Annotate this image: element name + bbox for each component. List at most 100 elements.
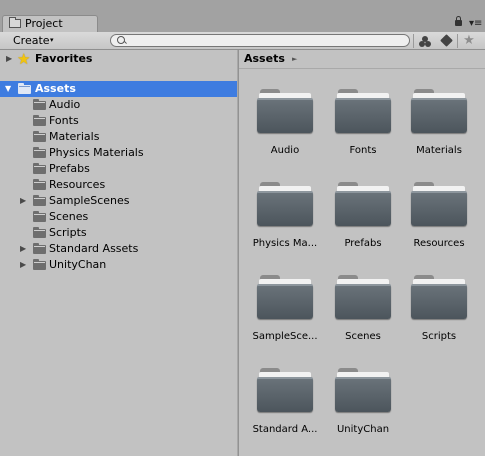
grid-item-label: SampleSce... — [252, 331, 318, 342]
grid-folder-prefabs[interactable]: Prefabs — [328, 180, 398, 260]
search-input[interactable] — [127, 35, 397, 46]
create-button[interactable]: Create ▾ — [6, 33, 58, 48]
star-icon: ★ — [17, 50, 31, 68]
search-field[interactable] — [110, 34, 410, 47]
grid-item-label: Materials — [416, 145, 462, 156]
window-title-bar: Project ▾≡ — [0, 0, 485, 32]
tree-item-audio[interactable]: Audio — [0, 97, 237, 113]
folder-icon — [33, 211, 46, 222]
breadcrumb-arrow-icon: ► — [292, 55, 298, 63]
folder-icon — [33, 227, 46, 238]
grid-item-label: Scripts — [421, 331, 457, 342]
folder-icon — [33, 131, 46, 142]
save-search-star-icon[interactable]: ★ — [460, 33, 478, 49]
project-folder-icon — [9, 17, 21, 28]
folder-icon — [335, 366, 391, 414]
tree-item-label: Audio — [49, 98, 81, 111]
panel-splitter[interactable] — [237, 50, 239, 456]
folder-icon — [411, 87, 467, 135]
tree-item-scenes[interactable]: Scenes — [0, 209, 237, 225]
grid-item-label: Scenes — [345, 331, 381, 342]
tree-item-label: Scripts — [49, 226, 87, 239]
toolbar-separator — [457, 34, 458, 48]
folder-icon — [18, 83, 31, 94]
folder-icon — [33, 195, 46, 206]
expanded-arrow-icon[interactable]: ▼ — [5, 81, 11, 97]
tree-item-label: UnityChan — [49, 258, 107, 271]
grid-item-label: Resources — [413, 238, 465, 249]
breadcrumb-divider — [239, 68, 485, 69]
folder-icon — [33, 163, 46, 174]
folder-icon — [33, 179, 46, 190]
grid-folder-standard-assets[interactable]: Standard A... — [250, 366, 320, 446]
folder-icon — [335, 273, 391, 321]
tree-item-samplescenes[interactable]: ▶ SampleScenes — [0, 193, 237, 209]
grid-folder-physics-materials[interactable]: Physics Ma... — [250, 180, 320, 260]
grid-folder-scripts[interactable]: Scripts — [404, 273, 474, 353]
folder-icon — [257, 366, 313, 414]
toolbar-separator — [413, 34, 414, 48]
folder-icon — [335, 87, 391, 135]
tree-item-fonts[interactable]: Fonts — [0, 113, 237, 129]
tree-item-resources[interactable]: Resources — [0, 177, 237, 193]
grid-folder-resources[interactable]: Resources — [404, 180, 474, 260]
grid-folder-audio[interactable]: Audio — [250, 87, 320, 167]
tree-item-unitychan[interactable]: ▶ UnityChan — [0, 257, 237, 273]
assets-root-row[interactable]: ▼ Assets — [0, 81, 237, 97]
window-menu-icon[interactable]: ▾≡ — [469, 18, 483, 30]
search-by-label-icon[interactable] — [438, 33, 456, 49]
tree-item-materials[interactable]: Materials — [0, 129, 237, 145]
search-by-type-icon[interactable] — [416, 33, 434, 49]
folder-icon — [411, 180, 467, 228]
tree-item-label: Prefabs — [49, 162, 90, 175]
search-icon — [117, 36, 125, 44]
collapsed-arrow-icon[interactable]: ▶ — [20, 193, 26, 209]
folder-icon — [257, 180, 313, 228]
folder-icon — [33, 243, 46, 254]
collapsed-arrow-icon[interactable]: ▶ — [20, 257, 26, 273]
assets-label: Assets — [35, 82, 76, 95]
tree-item-label: Standard Assets — [49, 242, 139, 255]
folder-icon — [33, 99, 46, 110]
grid-folder-samplescenes[interactable]: SampleSce... — [250, 273, 320, 353]
folder-icon — [257, 87, 313, 135]
grid-folder-scenes[interactable]: Scenes — [328, 273, 398, 353]
grid-item-label: Audio — [270, 145, 300, 156]
breadcrumb[interactable]: Assets — [244, 51, 285, 67]
grid-folder-materials[interactable]: Materials — [404, 87, 474, 167]
favorites-label: Favorites — [35, 52, 93, 65]
folder-icon — [257, 273, 313, 321]
favorites-row[interactable]: ▶ ★ Favorites — [0, 50, 237, 68]
project-toolbar: Create ▾ ★ — [0, 32, 485, 50]
folder-icon — [33, 147, 46, 158]
collapsed-arrow-icon[interactable]: ▶ — [20, 241, 26, 257]
tree-item-standard-assets[interactable]: ▶ Standard Assets — [0, 241, 237, 257]
grid-item-label: UnityChan — [336, 424, 390, 435]
dropdown-arrow-icon: ▾ — [50, 36, 54, 44]
collapsed-arrow-icon[interactable]: ▶ — [6, 50, 12, 68]
folder-tree: ▶ ★ Favorites ▼ Assets Audio Fonts Mater… — [0, 50, 237, 456]
create-label: Create — [13, 34, 50, 47]
grid-item-label: Prefabs — [344, 238, 382, 249]
grid-item-label: Fonts — [349, 145, 377, 156]
tree-item-label: Fonts — [49, 114, 79, 127]
folder-icon — [335, 180, 391, 228]
tree-item-label: Scenes — [49, 210, 89, 223]
tree-item-label: SampleScenes — [49, 194, 130, 207]
folder-icon — [33, 259, 46, 270]
folder-icon — [33, 115, 46, 126]
tree-item-label: Physics Materials — [49, 146, 144, 159]
project-tab[interactable]: Project — [2, 15, 98, 32]
grid-item-label: Physics Ma... — [252, 238, 318, 249]
grid-item-label: Standard A... — [252, 424, 318, 435]
lock-icon[interactable] — [455, 16, 462, 26]
grid-folder-fonts[interactable]: Fonts — [328, 87, 398, 167]
tree-item-prefabs[interactable]: Prefabs — [0, 161, 237, 177]
tree-item-physics-materials[interactable]: Physics Materials — [0, 145, 237, 161]
folder-icon — [411, 273, 467, 321]
grid-folder-unitychan[interactable]: UnityChan — [328, 366, 398, 446]
tree-item-label: Resources — [49, 178, 106, 191]
tree-item-label: Materials — [49, 130, 100, 143]
tab-label: Project — [25, 17, 63, 30]
tree-item-scripts[interactable]: Scripts — [0, 225, 237, 241]
